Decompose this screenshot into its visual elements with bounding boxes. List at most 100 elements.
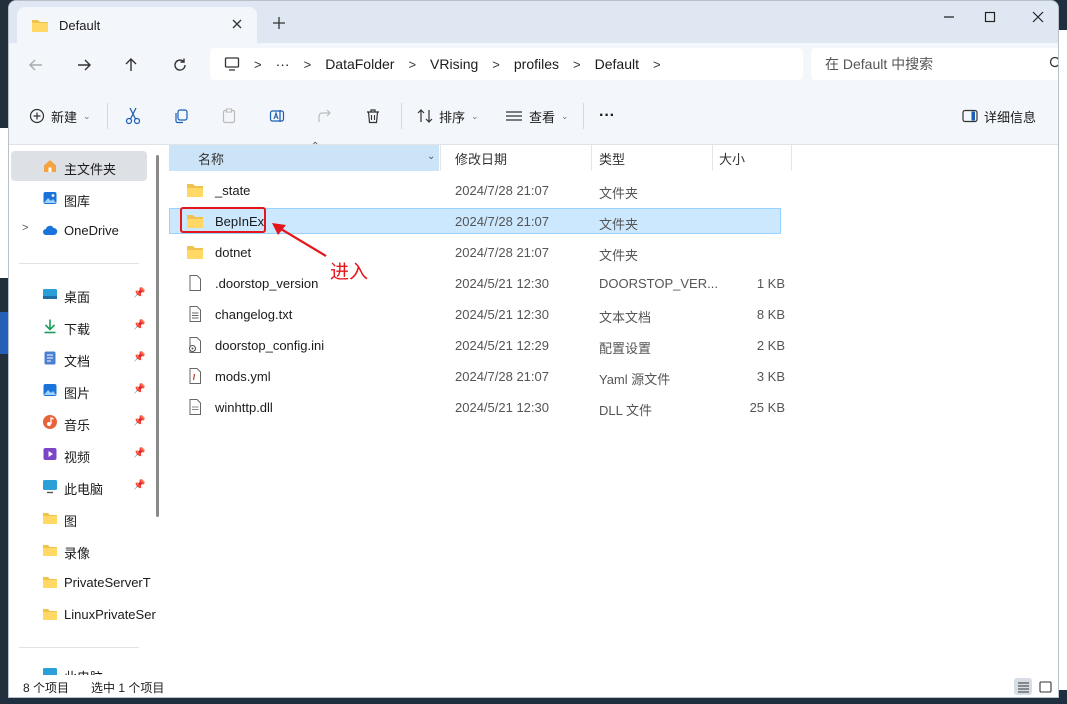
pin-icon[interactable]: 📌 bbox=[133, 352, 145, 363]
tiles-view-icon bbox=[1038, 680, 1052, 693]
table-row[interactable]: changelog.txt 2024/5/21 12:30 文本文档 8 KB bbox=[169, 301, 785, 327]
sidebar-item-this-pc-bottom[interactable]: 此电脑 bbox=[11, 659, 147, 675]
refresh-button[interactable] bbox=[170, 55, 190, 75]
column-header-size[interactable]: 大小 bbox=[719, 145, 745, 171]
highlight-box bbox=[180, 207, 266, 233]
sidebar-item-folder-recordings[interactable]: 录像 bbox=[11, 535, 147, 565]
address-bar[interactable]: > ··· > DataFolder > VRising > profiles … bbox=[210, 48, 803, 80]
pin-icon[interactable]: 📌 bbox=[133, 320, 145, 331]
back-button[interactable] bbox=[26, 55, 46, 75]
sidebar-item-folder-pictures[interactable]: 图 bbox=[11, 503, 147, 533]
column-divider[interactable] bbox=[791, 145, 792, 171]
search-icon[interactable] bbox=[1049, 56, 1059, 70]
column-header-type[interactable]: 类型 bbox=[599, 145, 625, 171]
view-button[interactable]: 查看 ⌄ bbox=[505, 106, 569, 126]
paste-button[interactable] bbox=[221, 106, 237, 126]
sidebar-item-music[interactable]: 音乐 📌 bbox=[11, 407, 147, 437]
details-pane-button[interactable]: 详细信息 bbox=[962, 106, 1036, 126]
column-divider[interactable] bbox=[440, 145, 441, 171]
breadcrumb-profiles[interactable]: profiles bbox=[514, 56, 559, 72]
breadcrumb-ellipsis[interactable]: ··· bbox=[276, 56, 290, 72]
sidebar-item-folder-linuxprivateserver[interactable]: LinuxPrivateSer bbox=[11, 599, 156, 629]
tiles-view-button[interactable] bbox=[1036, 678, 1054, 695]
file-size: 25 KB bbox=[749, 400, 785, 415]
chevron-down-icon: ⌄ bbox=[83, 110, 91, 121]
sidebar-item-downloads[interactable]: 下载 📌 bbox=[11, 311, 147, 341]
file-size: 2 KB bbox=[756, 338, 785, 353]
table-row[interactable]: doorstop_config.ini 2024/5/21 12:29 配置设置… bbox=[169, 332, 785, 358]
folder-icon bbox=[32, 20, 48, 32]
dll-file-icon bbox=[189, 399, 201, 415]
sidebar-item-pictures[interactable]: 图片 📌 bbox=[11, 375, 147, 405]
table-row[interactable]: dotnet 2024/7/28 21:07 文件夹 bbox=[169, 239, 781, 265]
table-row[interactable]: mods.yml 2024/7/28 21:07 Yaml 源文件 3 KB bbox=[169, 363, 785, 389]
copy-button[interactable] bbox=[173, 106, 189, 126]
details-view-button[interactable] bbox=[1014, 678, 1032, 695]
rename-button[interactable] bbox=[269, 106, 285, 126]
forward-button[interactable] bbox=[74, 55, 94, 75]
sidebar-item-gallery[interactable]: 图库 bbox=[11, 183, 147, 213]
file-explorer-window: Default > ··· > DataFolder > VRising > p… bbox=[8, 0, 1059, 698]
video-icon bbox=[43, 448, 57, 460]
new-tab-icon[interactable] bbox=[271, 15, 287, 31]
pin-icon[interactable]: 📌 bbox=[133, 416, 145, 427]
minimize-button[interactable] bbox=[936, 8, 962, 26]
file-date: 2024/5/21 12:30 bbox=[455, 400, 549, 415]
column-header-size-label: 大小 bbox=[719, 151, 746, 167]
minimize-icon bbox=[944, 16, 954, 18]
search-box[interactable]: 在 Default 中搜索 bbox=[811, 48, 1059, 80]
column-header-date[interactable]: 修改日期 bbox=[455, 145, 507, 171]
sidebar-item-documents[interactable]: 文档 📌 bbox=[11, 343, 147, 373]
sidebar-item-this-pc[interactable]: 此电脑 📌 bbox=[11, 471, 147, 501]
close-icon[interactable] bbox=[229, 16, 245, 32]
navigation-pane: 主文件夹 图库 > OneDrive 桌面 📌 下载 📌 文档 📌 图片 📌 音… bbox=[9, 145, 159, 675]
sidebar-item-folder-privateserver[interactable]: PrivateServerT bbox=[11, 567, 151, 597]
pin-icon[interactable]: 📌 bbox=[133, 448, 145, 459]
desktop-background-bottom bbox=[0, 698, 1067, 704]
maximize-button[interactable] bbox=[977, 8, 1003, 26]
share-button[interactable] bbox=[317, 106, 333, 126]
chevron-right-icon[interactable]: > bbox=[22, 222, 28, 234]
sidebar-item-onedrive[interactable]: > OneDrive bbox=[11, 215, 147, 245]
breadcrumb-datafolder[interactable]: DataFolder bbox=[325, 56, 394, 72]
close-window-button[interactable] bbox=[1025, 8, 1051, 26]
details-label: 详细信息 bbox=[984, 109, 1037, 125]
text-file-icon bbox=[189, 306, 201, 322]
sort-button[interactable]: 排序 ⌄ bbox=[417, 106, 479, 126]
delete-button[interactable] bbox=[365, 106, 381, 126]
up-button[interactable] bbox=[121, 55, 141, 75]
pin-icon[interactable]: 📌 bbox=[133, 384, 145, 395]
table-row[interactable]: winhttp.dll 2024/5/21 12:30 DLL 文件 25 KB bbox=[169, 394, 785, 420]
clipboard-icon bbox=[222, 108, 236, 124]
file-type: 文件夹 bbox=[599, 248, 639, 263]
sidebar-item-desktop[interactable]: 桌面 📌 bbox=[11, 279, 147, 309]
breadcrumb-vrising[interactable]: VRising bbox=[430, 56, 478, 72]
file-type: Yaml 源文件 bbox=[599, 372, 671, 387]
column-divider[interactable] bbox=[712, 145, 713, 171]
file-name: _state bbox=[215, 183, 251, 198]
maximize-icon bbox=[984, 11, 996, 23]
folder-icon bbox=[43, 577, 57, 588]
music-icon bbox=[43, 415, 57, 429]
new-label: 新建 bbox=[51, 109, 78, 125]
table-row[interactable]: _state 2024/7/28 21:07 文件夹 bbox=[169, 177, 781, 203]
cut-button[interactable] bbox=[125, 106, 141, 126]
chevron-right-icon: > bbox=[492, 56, 500, 72]
sidebar-item-home[interactable]: 主文件夹 bbox=[11, 151, 147, 181]
column-header-name[interactable]: 名称 ⌃ ⌄ bbox=[169, 141, 439, 171]
tab-default[interactable]: Default bbox=[17, 7, 257, 43]
column-divider[interactable] bbox=[591, 145, 592, 171]
new-button[interactable]: 新建 ⌄ bbox=[29, 106, 91, 126]
file-date: 2024/7/28 21:07 bbox=[455, 214, 549, 229]
more-options-button[interactable]: ··· bbox=[599, 106, 615, 126]
yaml-file-icon bbox=[189, 368, 201, 384]
pin-icon[interactable]: 📌 bbox=[133, 480, 145, 491]
breadcrumb-default[interactable]: Default bbox=[595, 56, 639, 72]
chevron-down-icon[interactable]: ⌄ bbox=[427, 151, 435, 162]
table-row[interactable]: .doorstop_version 2024/5/21 12:30 DOORST… bbox=[169, 270, 785, 296]
file-date: 2024/7/28 21:07 bbox=[455, 245, 549, 260]
command-bar: 新建 ⌄ 排序 ⌄ 查看 ⌄ ··· 详细信息 bbox=[9, 87, 1058, 145]
folder-icon bbox=[187, 246, 203, 259]
pin-icon[interactable]: 📌 bbox=[133, 288, 145, 299]
sidebar-item-videos[interactable]: 视频 📌 bbox=[11, 439, 147, 469]
